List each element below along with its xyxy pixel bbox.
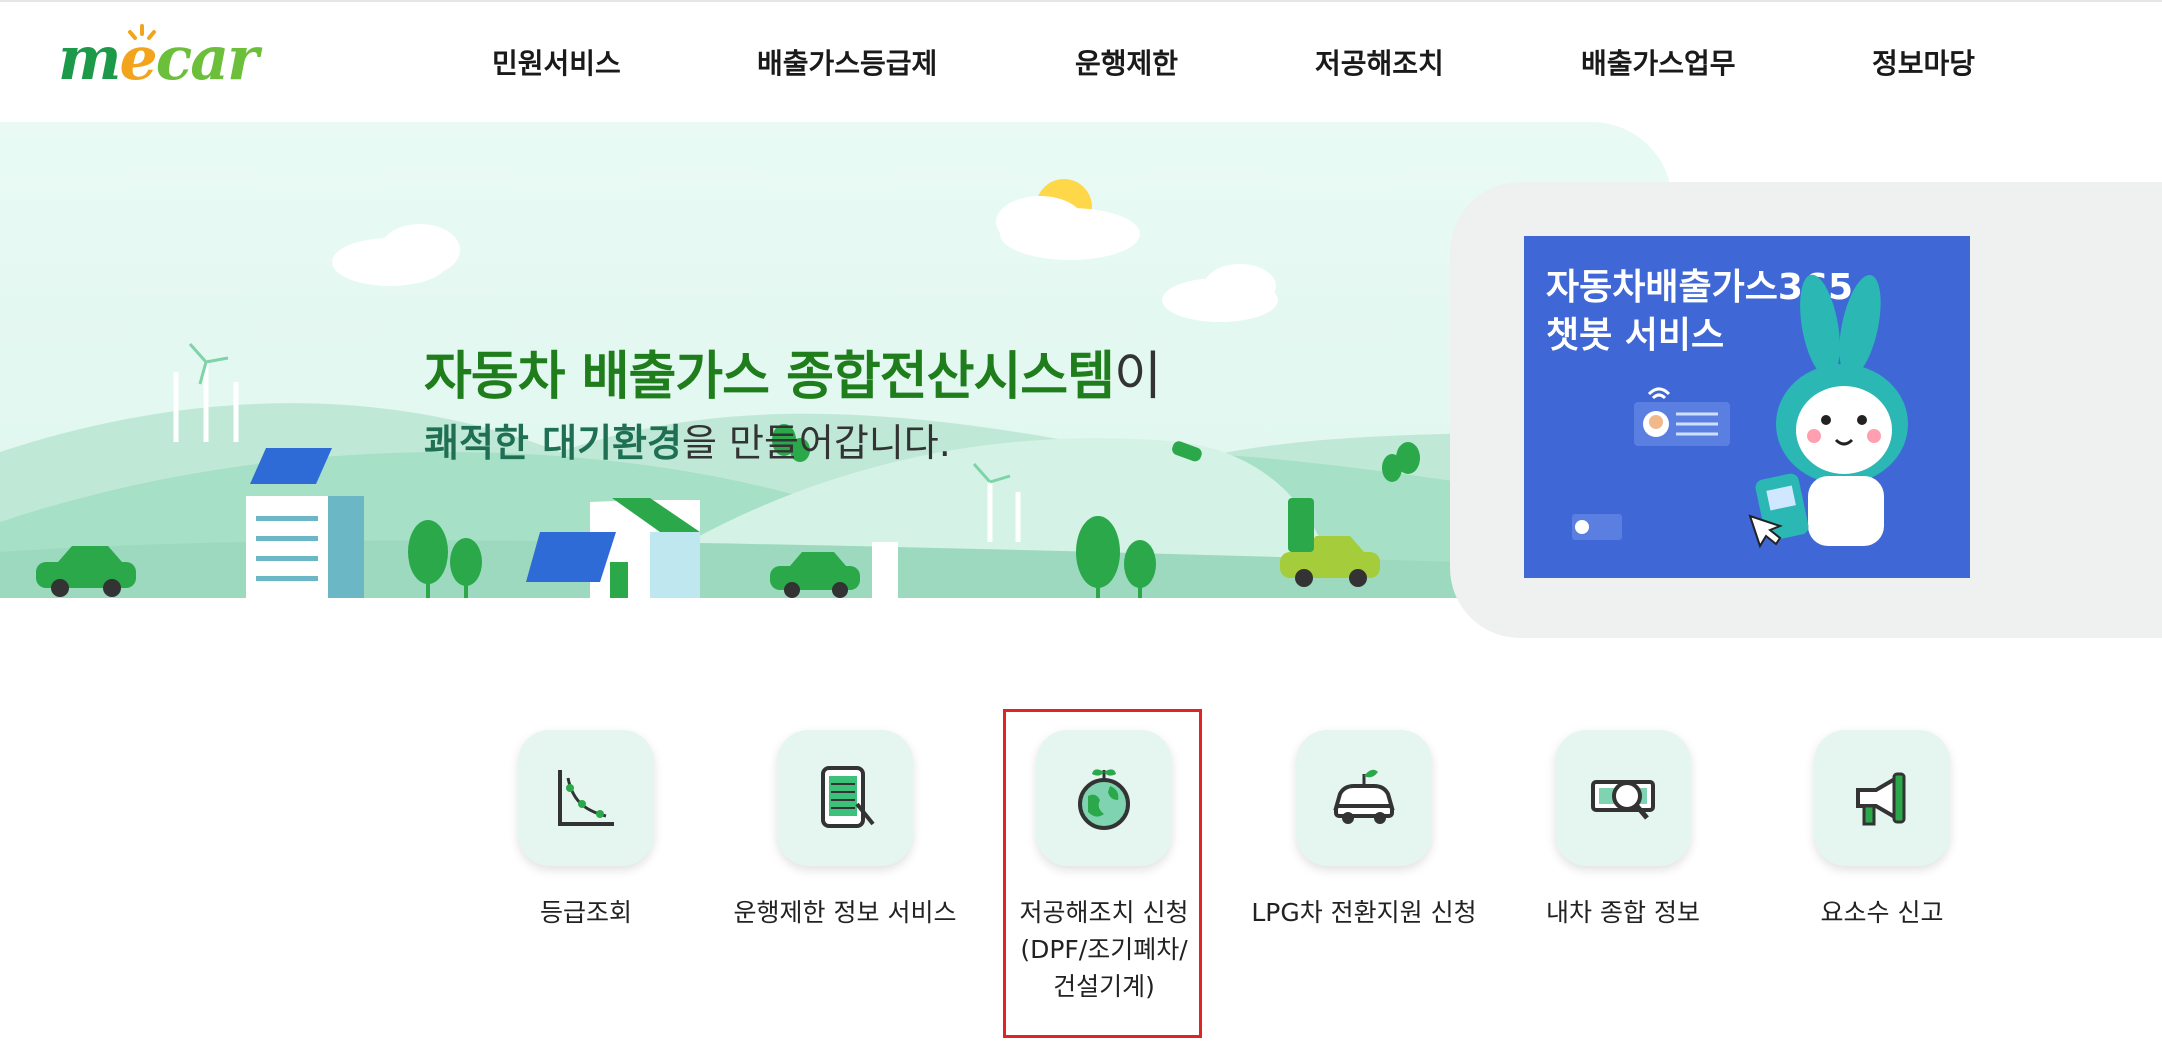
service-tile — [1555, 730, 1691, 866]
chatbot-promo-banner[interactable]: 자동차배출가스365 챗봇 서비스 — [1524, 236, 1970, 578]
grade-chart-icon — [558, 770, 614, 826]
wifi-icon — [1647, 387, 1671, 400]
service-tile — [777, 730, 913, 866]
service-urea-report[interactable]: 요소수 신고 — [1762, 730, 2002, 931]
site-header: mecar 민원서비스 배출가스등급제 운행제한 저공해조치 배출가스업무 정보… — [0, 2, 2162, 122]
hero-subline: 쾌적한 대기환경을 만들어갑니다. — [424, 421, 951, 465]
service-my-car-info[interactable]: 내차 종합 정보 — [1503, 730, 1743, 931]
service-driving-restriction[interactable]: 운행제한 정보 서비스 — [725, 730, 965, 931]
money-search-icon — [1591, 780, 1655, 820]
hero-headline: 자동차 배출가스 종합전산시스템이 — [424, 347, 1162, 407]
service-tile — [518, 730, 654, 866]
service-label: 운행제한 정보 서비스 — [733, 898, 957, 927]
service-label: LPG차 전환지원 신청 — [1251, 898, 1477, 927]
service-grade-lookup[interactable]: 등급조회 — [466, 730, 706, 931]
nav-driving-restriction[interactable]: 운행제한 — [1075, 42, 1178, 82]
service-lpg-conversion[interactable]: LPG차 전환지원 신청 — [1244, 730, 1484, 931]
service-label: 요소수 신고 — [1820, 898, 1944, 927]
main-nav: 민원서비스 배출가스등급제 운행제한 저공해조치 배출가스업무 정보마당 — [420, 2, 2060, 122]
hero-banner: 자동차 배출가스 종합전산시스템이 쾌적한 대기환경을 만들어갑니다. — [0, 122, 1672, 598]
mecar-logo[interactable]: mecar — [58, 24, 268, 100]
tablet-list-icon — [821, 766, 875, 828]
nav-civil-service[interactable]: 민원서비스 — [492, 42, 621, 82]
rabbit-mascot-illustration — [1572, 274, 1908, 549]
service-tile — [1296, 730, 1432, 866]
nav-info[interactable]: 정보마당 — [1872, 42, 1975, 82]
service-label: 등급조회 — [539, 898, 632, 927]
nav-emission-work[interactable]: 배출가스업무 — [1581, 42, 1736, 82]
nav-emission-grade[interactable]: 배출가스등급제 — [757, 42, 937, 82]
megaphone-icon — [1856, 772, 1906, 826]
highlight-box — [1003, 709, 1202, 1038]
service-tile — [1814, 730, 1950, 866]
nav-low-emission[interactable]: 저공해조치 — [1315, 42, 1444, 82]
eco-car-icon — [1333, 769, 1395, 824]
sun-rays-icon — [128, 24, 156, 40]
service-label: 내차 종합 정보 — [1546, 898, 1700, 927]
